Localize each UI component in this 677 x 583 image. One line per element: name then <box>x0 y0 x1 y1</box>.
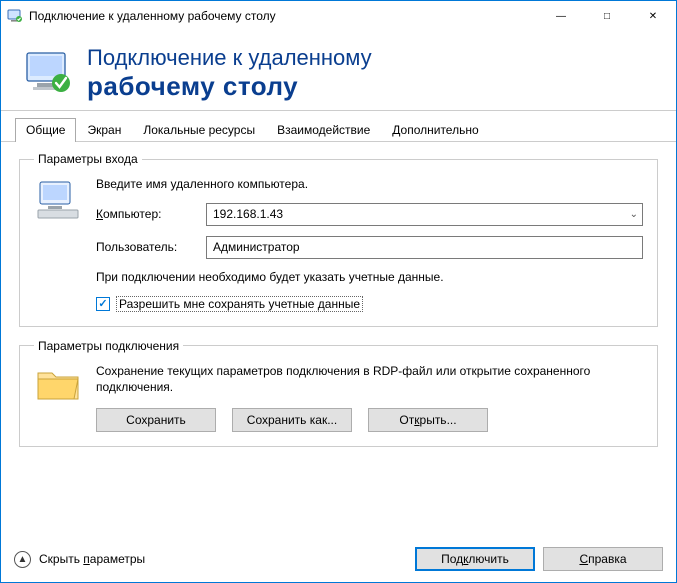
tab-advanced[interactable]: Дополнительно <box>381 118 489 142</box>
tab-experience[interactable]: Взаимодействие <box>266 118 381 142</box>
tab-local-resources[interactable]: Локальные ресурсы <box>132 118 266 142</box>
header-line2: рабочему столу <box>87 71 372 102</box>
save-button[interactable]: Сохранить <box>96 408 216 432</box>
header: Подключение к удаленному рабочему столу <box>1 31 676 111</box>
tab-general[interactable]: Общие <box>15 118 76 142</box>
folder-icon <box>34 363 82 405</box>
user-label: Пользователь: <box>96 240 196 254</box>
rdp-icon <box>23 49 73 99</box>
header-text: Подключение к удаленному рабочему столу <box>87 45 372 102</box>
user-field[interactable]: Администратор <box>206 236 643 259</box>
save-credentials-label: Разрешить мне сохранять учетные данные <box>116 296 363 312</box>
tabstrip: Общие Экран Локальные ресурсы Взаимодейс… <box>1 111 676 142</box>
connection-group: Параметры подключения Сохранение текущих… <box>19 339 658 448</box>
minimize-button[interactable]: — <box>538 1 584 31</box>
window-title: Подключение к удаленному рабочему столу <box>29 9 276 23</box>
maximize-button[interactable]: □ <box>584 1 630 31</box>
login-group: Параметры входа Введите имя удаленного к… <box>19 152 658 327</box>
computer-icon <box>34 178 82 226</box>
tab-display[interactable]: Экран <box>76 118 132 142</box>
app-icon <box>7 8 23 24</box>
titlebar: Подключение к удаленному рабочему столу … <box>1 1 676 31</box>
open-button[interactable]: Открыть... <box>368 408 488 432</box>
collapse-icon[interactable]: ▲ <box>14 551 31 568</box>
computer-label: Компьютер: <box>96 207 196 221</box>
login-legend: Параметры входа <box>34 152 142 166</box>
login-intro: Введите имя удаленного компьютера. <box>96 176 643 193</box>
hide-options-link[interactable]: Скрыть параметры <box>39 552 145 566</box>
chevron-down-icon: ⌄ <box>630 209 638 220</box>
footer: ▲ Скрыть параметры Подключить Справка <box>0 537 677 583</box>
help-button[interactable]: Справка <box>543 547 663 571</box>
user-value: Администратор <box>213 240 300 254</box>
close-button[interactable]: ✕ <box>630 1 676 31</box>
tab-content: Параметры входа Введите имя удаленного к… <box>1 142 676 447</box>
header-line1: Подключение к удаленному <box>87 45 372 71</box>
connect-button[interactable]: Подключить <box>415 547 535 571</box>
save-as-button[interactable]: Сохранить как... <box>232 408 352 432</box>
connection-desc: Сохранение текущих параметров подключени… <box>96 363 643 397</box>
save-credentials-checkbox[interactable]: ✓ <box>96 297 110 311</box>
credentials-hint: При подключении необходимо будет указать… <box>96 269 643 286</box>
connection-legend: Параметры подключения <box>34 339 183 353</box>
computer-combo[interactable]: 192.168.1.43 ⌄ <box>206 203 643 226</box>
computer-value: 192.168.1.43 <box>213 207 283 221</box>
